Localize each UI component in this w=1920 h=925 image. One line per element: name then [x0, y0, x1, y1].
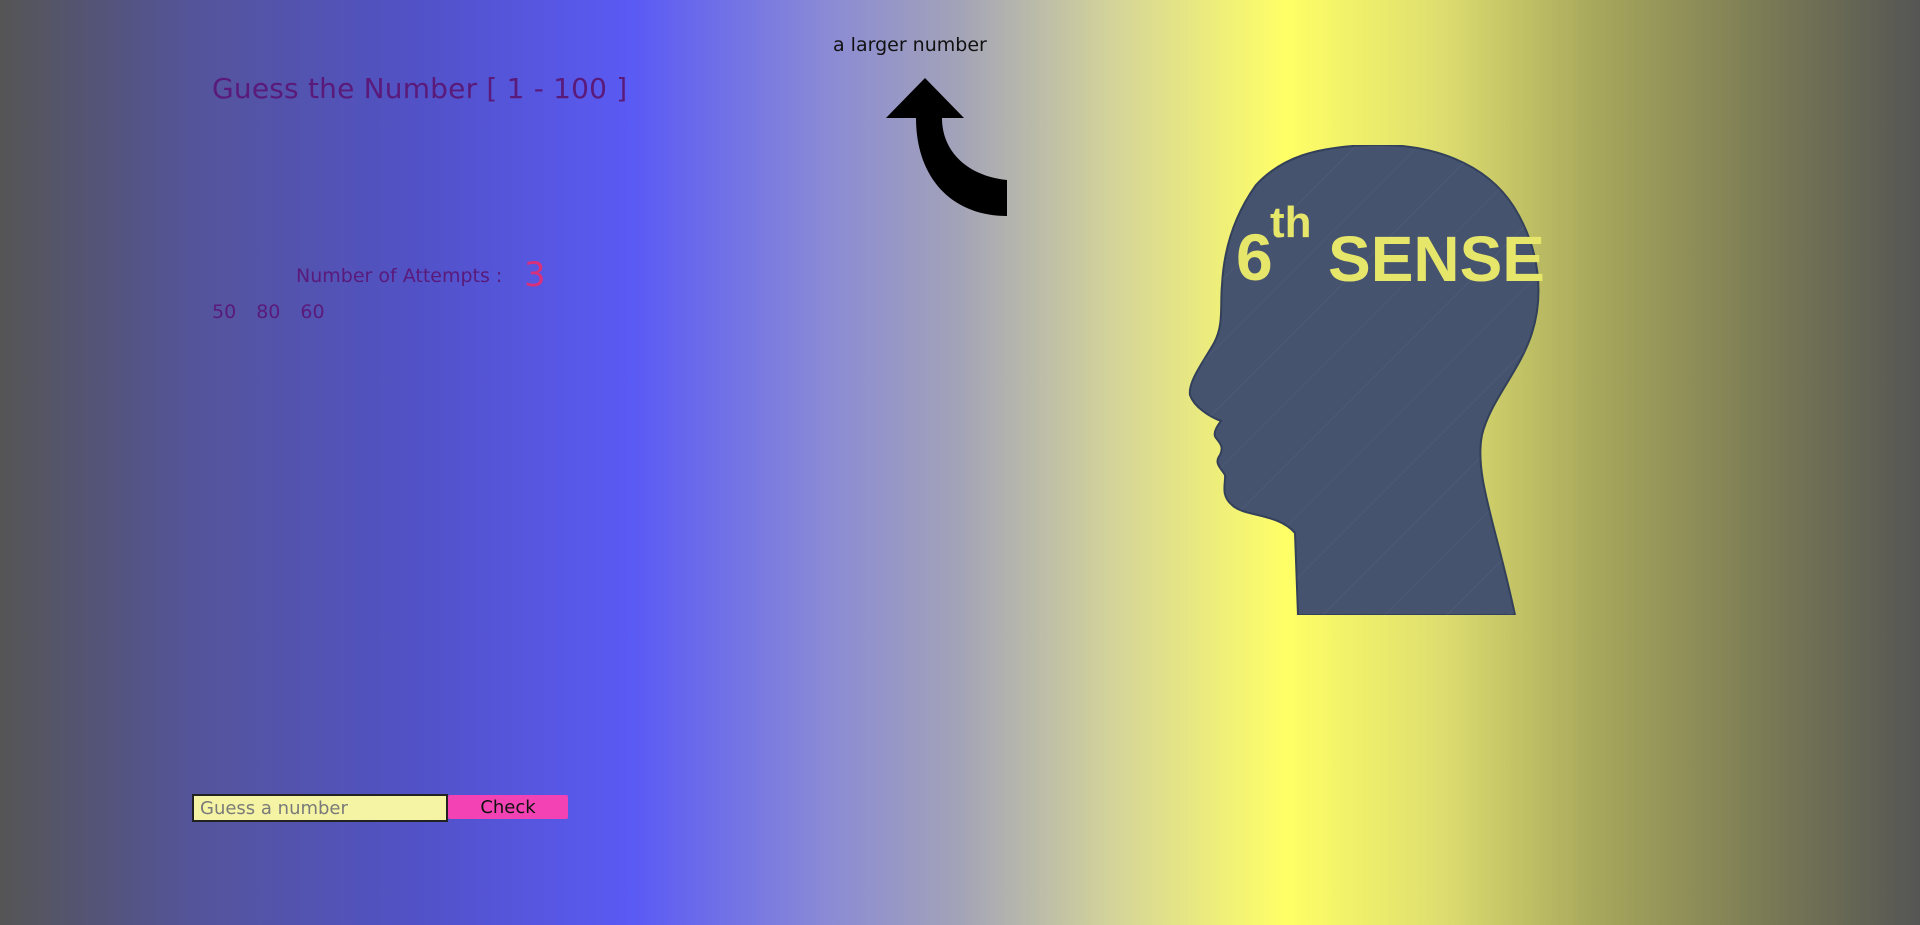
attempts-label: Number of Attempts :: [296, 265, 503, 287]
page-title: Guess the Number [ 1 - 100 ]: [212, 72, 628, 105]
previous-guess: 80: [256, 301, 281, 323]
logo-ordinal: 6: [1236, 220, 1273, 294]
guess-history: 50 80 60: [212, 301, 325, 323]
curved-arrow-up-icon: [886, 78, 1007, 216]
previous-guess: 50: [212, 301, 237, 323]
hint-text: a larger number: [833, 34, 987, 56]
guess-input[interactable]: [192, 794, 448, 822]
attempts-count: 3: [524, 255, 546, 295]
previous-guess: 60: [300, 301, 325, 323]
sixth-sense-head-logo: 6 th SENSE: [1188, 145, 1545, 615]
logo-word: SENSE: [1328, 223, 1545, 295]
logo-superscript: th: [1270, 198, 1312, 247]
check-button[interactable]: Check: [448, 795, 568, 819]
